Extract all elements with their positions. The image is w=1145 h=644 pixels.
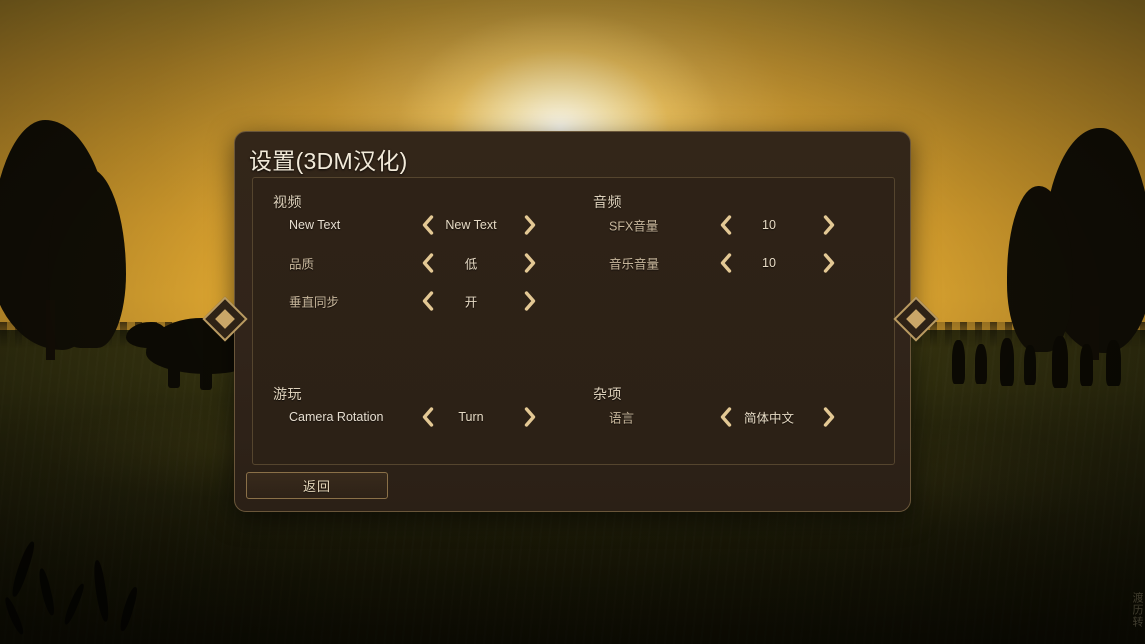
group-title-misc: 杂项 (593, 386, 622, 402)
setting-row: 垂直同步 开 (253, 286, 573, 316)
setting-row: 语言 简体中文 (575, 402, 895, 432)
chevron-right-icon[interactable] (521, 251, 539, 275)
setting-value: Turn (458, 410, 484, 424)
crowd-figure (1052, 336, 1068, 388)
setting-row: 品质 低 (253, 248, 573, 278)
chevron-left-icon[interactable] (717, 405, 735, 429)
dialog-title: 设置(3DM汉化) (249, 148, 408, 174)
setting-row: Camera Rotation Turn (253, 402, 573, 432)
chevron-right-icon[interactable] (521, 213, 539, 237)
chevron-right-icon[interactable] (521, 289, 539, 313)
chevron-right-icon[interactable] (521, 405, 539, 429)
chevron-right-icon[interactable] (820, 213, 838, 237)
setting-value: New Text (445, 218, 497, 232)
setting-label: Camera Rotation (289, 410, 384, 424)
back-button[interactable]: 返回 (246, 472, 388, 499)
setting-label: 品质 (289, 257, 315, 272)
crowd-figure (1106, 340, 1121, 386)
setting-label: 语言 (609, 411, 635, 426)
animal-silhouette (168, 366, 180, 388)
settings-column-left: 视频 New Text New Text 品质低垂直同步开游玩 Camera Rotat… (253, 178, 573, 464)
setting-value: 10 (762, 256, 776, 270)
settings-column-right: 音频 SFX音量 10 音乐音量 10 杂项语言 简体中文 (575, 178, 895, 464)
setting-value: 10 (762, 218, 776, 232)
chevron-left-icon[interactable] (717, 251, 735, 275)
back-button-label: 返回 (302, 479, 331, 494)
chevron-left-icon[interactable] (419, 251, 437, 275)
chevron-right-icon[interactable] (820, 405, 838, 429)
setting-label: SFX音量 (609, 219, 659, 234)
setting-row: SFX音量 10 (575, 210, 895, 240)
scene-watermark: 渡历转 (1131, 592, 1143, 628)
chevron-right-icon[interactable] (820, 251, 838, 275)
setting-label: 垂直同步 (289, 295, 340, 310)
crowd-figure (1000, 338, 1014, 386)
setting-row: New Text New Text (253, 210, 573, 240)
animal-silhouette (200, 368, 212, 390)
chevron-left-icon[interactable] (419, 289, 437, 313)
chevron-left-icon[interactable] (419, 405, 437, 429)
chevron-left-icon[interactable] (419, 213, 437, 237)
crowd-figure (975, 344, 987, 384)
settings-dialog: 设置(3DM汉化) 视频 New Text New Text 品质低垂直同步开游玩 Ca… (234, 131, 911, 512)
setting-label: New Text (289, 218, 341, 232)
setting-value: 低 (464, 257, 478, 272)
group-title-gameplay: 游玩 (273, 386, 302, 402)
tree-silhouette (48, 168, 126, 348)
group-title-audio: 音频 (593, 194, 622, 210)
setting-label: 音乐音量 (609, 257, 660, 272)
animal-silhouette (126, 322, 168, 348)
crowd-figure (952, 340, 965, 384)
setting-row: 音乐音量 10 (575, 248, 895, 278)
chevron-left-icon[interactable] (717, 213, 735, 237)
crowd-figure (1080, 344, 1093, 386)
settings-content-panel: 视频 New Text New Text 品质低垂直同步开游玩 Camera Rotat… (252, 177, 895, 465)
setting-value: 开 (464, 295, 478, 310)
crowd-figure (1024, 345, 1036, 385)
setting-value: 简体中文 (743, 411, 795, 426)
group-title-video: 视频 (273, 194, 302, 210)
tree-trunk (46, 300, 55, 360)
